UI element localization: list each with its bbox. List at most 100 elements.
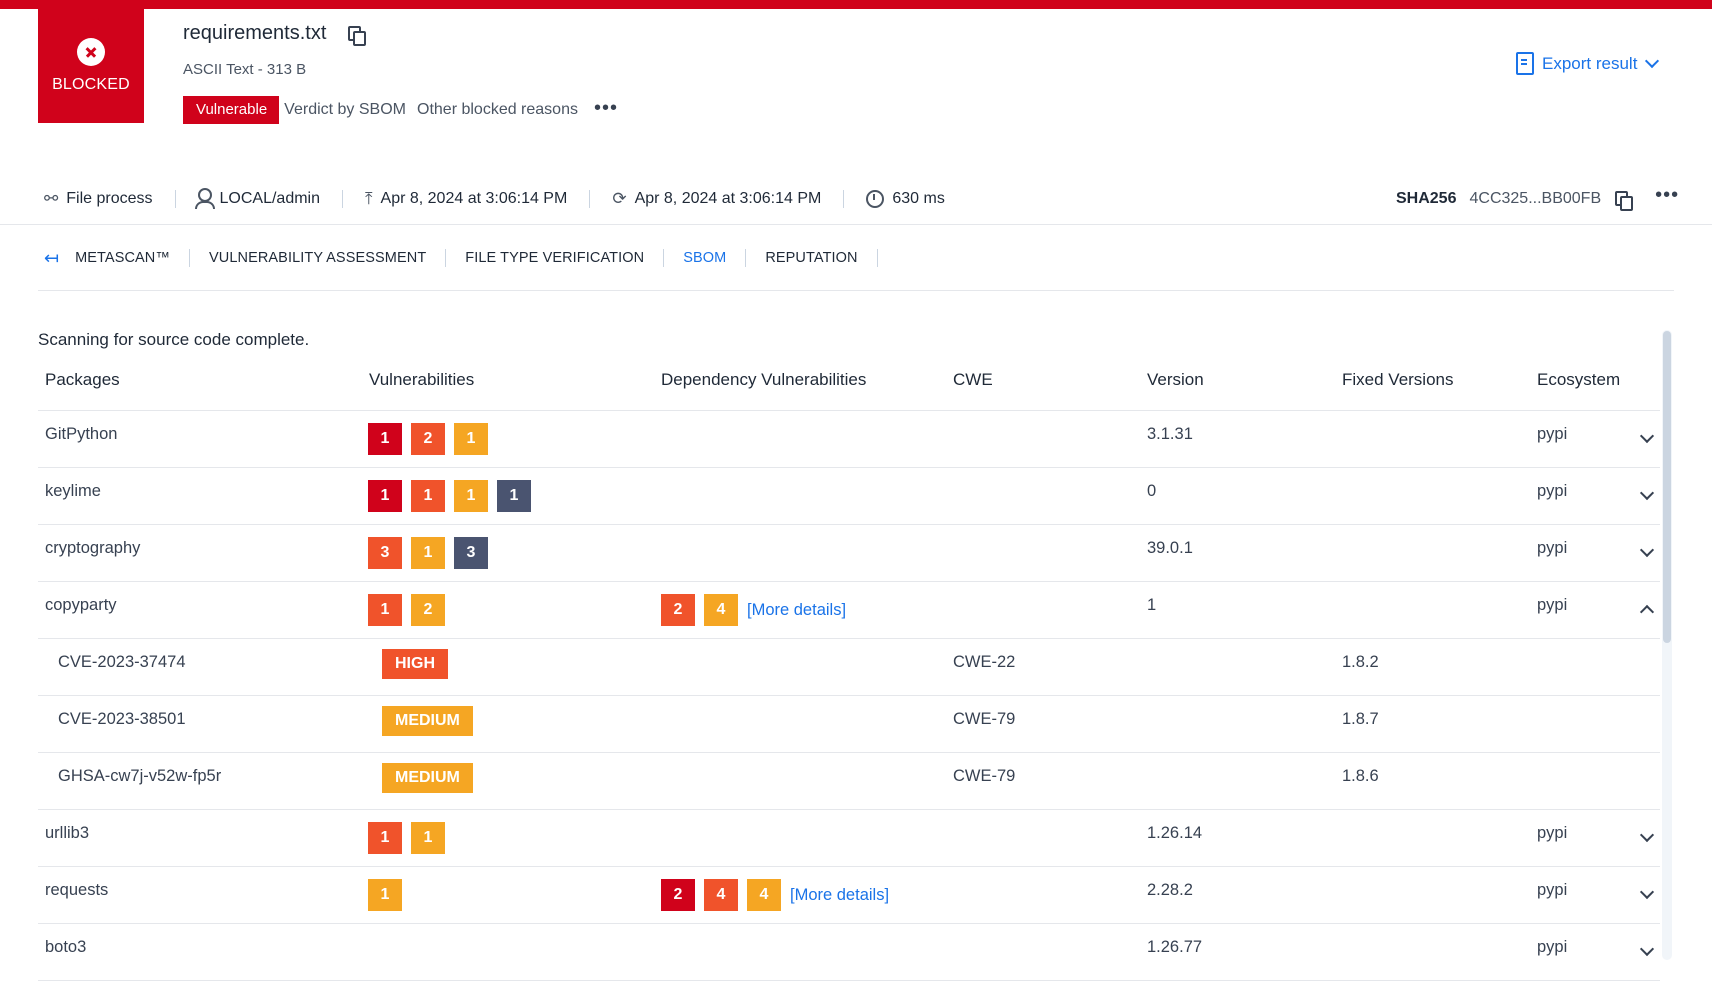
severity-count-chip: 1 [411,537,445,569]
severity-count-chip: 1 [411,822,445,854]
severity-count-chip: 3 [454,537,488,569]
chevron-down-icon[interactable] [1639,542,1655,558]
severity-count-chip: 2 [661,594,695,626]
header-ecosystem: Ecosystem [1537,370,1621,389]
package-ecosystem: pypi [1537,482,1568,500]
verdict-row: Vulnerable Verdict by SBOM Other blocked… [183,96,618,124]
package-ecosystem: pypi [1537,881,1568,899]
package-name: urllib3 [45,824,90,842]
tab-divider [876,249,878,267]
file-process-item[interactable]: ⚯ File process [44,189,153,209]
package-ecosystem: pypi [1537,938,1568,956]
severity-count-chip: 2 [661,879,695,911]
severity-count-chip: 2 [411,594,445,626]
fixed-version: 1.8.7 [1342,710,1379,728]
chevron-down-icon[interactable] [1639,884,1655,900]
tab-divider [38,290,1674,291]
table-row[interactable]: GitPython 1 2 1 3.1.31 pypi [38,411,1660,468]
meta-divider [342,190,343,208]
severity-badge: MEDIUM [382,763,473,793]
tab-divider [663,249,665,267]
severity-count-chip: 1 [454,480,488,512]
duration-item: 630 ms [866,190,945,208]
severity-count-chip: 1 [368,822,402,854]
package-version: 1.26.14 [1147,824,1203,842]
table-header: Packages Vulnerabilities Dependency Vuln… [38,360,1660,411]
close-circle-icon [77,38,105,66]
severity-count-chip: 4 [704,594,738,626]
more-details-link[interactable]: [More details] [790,886,889,905]
severity-count-chip: 2 [411,423,445,455]
table-row[interactable]: requests 1 2 4 4 [More details] 2.28.2 pypi [38,867,1660,924]
package-name: GitPython [45,425,118,443]
tab-sbom[interactable]: SBOM [683,250,726,266]
meta-divider [589,190,591,208]
severity-count-chip: 4 [704,879,738,911]
copy-icon[interactable] [348,26,366,46]
more-horizontal-icon[interactable]: ••• [1655,184,1679,207]
upload-icon: ⤒ [365,189,373,208]
chevron-down-icon[interactable] [1639,941,1655,957]
severity-count-chip: 1 [454,423,488,455]
user-item: LOCAL/admin [194,188,321,209]
upload-time-item: ⤒ Apr 8, 2024 at 3:06:14 PM [365,189,567,209]
table-row[interactable]: cryptography 3 1 3 39.0.1 pypi [38,525,1660,582]
header-divider [0,224,1712,225]
process-time-item: ⟳ Apr 8, 2024 at 3:06:14 PM [612,189,821,209]
table-row[interactable]: urllib3 1 1 1.26.14 pypi [38,810,1660,867]
sha256-label: SHA256 [1396,190,1457,207]
other-blocked-reasons[interactable]: Other blocked reasons [417,101,578,119]
severity-count-chip: 4 [747,879,781,911]
copy-icon[interactable] [1615,191,1634,211]
package-version: 3.1.31 [1147,425,1193,443]
refresh-icon: ⟳ [612,189,627,208]
back-arrow-icon[interactable]: ↤ [44,248,59,269]
package-version: 1 [1147,596,1157,614]
vulnerability-counts: 121 [368,423,488,455]
package-name: keylime [45,482,101,500]
package-ecosystem: pypi [1537,824,1568,842]
severity-count-chip: 3 [368,537,402,569]
user-label: LOCAL/admin [219,190,321,207]
more-details-link[interactable]: [More details] [747,601,846,620]
more-horizontal-icon[interactable]: ••• [594,98,618,118]
upload-time: Apr 8, 2024 at 3:06:14 PM [380,190,568,207]
blocked-label: BLOCKED [52,76,130,93]
vulnerability-row: CVE-2023-37474 HIGH CWE-22 1.8.2 [38,639,1660,696]
meta-row: ⚯ File process LOCAL/admin ⤒ Apr 8, 2024… [44,187,945,211]
package-version: 2.28.2 [1147,881,1193,899]
verdict-source: Verdict by SBOM [284,101,406,118]
export-label: Export result [1542,53,1638,73]
header-packages: Packages [45,370,120,389]
fixed-version: 1.8.2 [1342,653,1379,671]
tab-reputation[interactable]: REPUTATION [765,250,857,266]
scrollbar-thumb[interactable] [1663,331,1671,643]
vulnerability-id: CVE-2023-38501 [58,710,186,728]
user-icon [194,188,215,209]
dependency-vulnerability-counts: 2 4 4 [More details] [661,879,889,911]
tab-divider [745,249,747,267]
tab-vulnerability-assessment[interactable]: VULNERABILITY ASSESSMENT [209,250,426,266]
tab-file-type-verification[interactable]: FILE TYPE VERIFICATION [465,250,644,266]
meta-divider [174,190,176,208]
export-result-button[interactable]: Export result [1516,52,1660,75]
severity-count-chip: 1 [368,423,402,455]
table-row[interactable]: copyparty 1 2 2 4 [More details] 1 pypi [38,582,1660,639]
package-name: boto3 [45,938,87,956]
chevron-down-icon[interactable] [1639,827,1655,843]
tab-metascan[interactable]: METASCAN™ [75,250,170,266]
file-name: requirements.txt [183,22,327,44]
export-file-icon [1516,52,1534,75]
chevron-up-icon[interactable] [1639,604,1655,620]
package-version: 1.26.77 [1147,938,1203,956]
table-row[interactable]: keylime 1 1 1 1 0 pypi [38,468,1660,525]
vulnerability-counts: 313 [368,537,488,569]
chevron-down-icon[interactable] [1639,428,1655,444]
chevron-down-icon[interactable] [1639,485,1655,501]
header-cwe: CWE [953,370,993,389]
cwe-id: CWE-22 [953,653,1016,671]
table-body: GitPython 1 2 1 3.1.31 pypi keylime 1 1 1 1 0 pypi cr… [38,411,1660,981]
table-row[interactable]: boto3 1.26.77 pypi [38,924,1660,981]
vulnerability-counts: 1 [368,879,402,911]
process-icon: ⚯ [44,189,59,208]
